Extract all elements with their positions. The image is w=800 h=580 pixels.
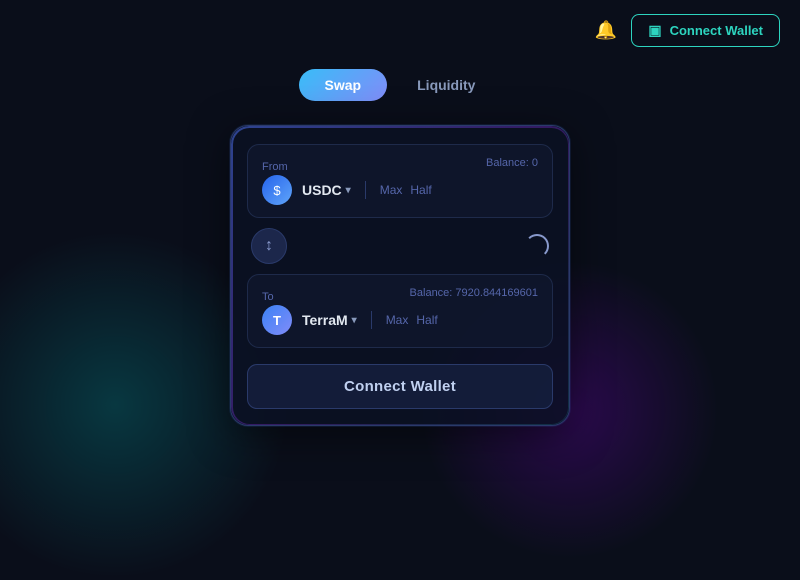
to-max-button[interactable]: Max [386, 313, 409, 327]
from-half-button[interactable]: Half [410, 183, 431, 197]
to-half-button[interactable]: Half [416, 313, 437, 327]
to-max-half: Max Half [386, 313, 438, 327]
swap-card: From Balance: 0 $ USDC ▾ Max Half ↕ To B… [230, 125, 570, 426]
from-balance: Balance: 0 [486, 157, 538, 169]
from-max-button[interactable]: Max [380, 183, 403, 197]
to-label: To [262, 291, 274, 303]
loading-spinner [525, 234, 549, 258]
swap-direction-button[interactable]: ↕ [251, 228, 287, 264]
connect-wallet-main-button[interactable]: Connect Wallet [247, 364, 553, 409]
header: 🔔 ▣ Connect Wallet [0, 0, 800, 61]
from-max-half: Max Half [380, 183, 432, 197]
wallet-icon: ▣ [648, 22, 661, 39]
from-token-symbol: USDC [302, 182, 342, 198]
from-label: From [262, 161, 288, 173]
to-token-symbol: TerraM [302, 312, 348, 328]
connect-wallet-header-button[interactable]: ▣ Connect Wallet [631, 14, 780, 47]
terram-icon: T [262, 305, 292, 335]
to-panel: To Balance: 7920.844169601 T TerraM ▾ Ma… [247, 274, 553, 348]
swap-middle: ↕ [247, 218, 553, 274]
from-token-selector[interactable]: USDC ▾ [302, 182, 351, 198]
tab-row: Swap Liquidity [0, 69, 800, 101]
to-token-row: T TerraM ▾ Max Half [262, 305, 538, 335]
from-chevron-icon: ▾ [346, 185, 351, 196]
to-divider [371, 311, 372, 329]
from-panel: From Balance: 0 $ USDC ▾ Max Half [247, 144, 553, 218]
from-token-row: $ USDC ▾ Max Half [262, 175, 538, 205]
tab-liquidity[interactable]: Liquidity [391, 69, 501, 101]
to-token-selector[interactable]: TerraM ▾ [302, 312, 357, 328]
connect-wallet-header-label: Connect Wallet [670, 23, 763, 38]
usdc-icon: $ [262, 175, 292, 205]
to-balance: Balance: 7920.844169601 [410, 287, 538, 299]
swap-arrow-icon: ↕ [265, 237, 273, 255]
bell-icon[interactable]: 🔔 [595, 20, 617, 41]
from-divider [365, 181, 366, 199]
to-chevron-icon: ▾ [352, 315, 357, 326]
tab-swap[interactable]: Swap [299, 69, 388, 101]
